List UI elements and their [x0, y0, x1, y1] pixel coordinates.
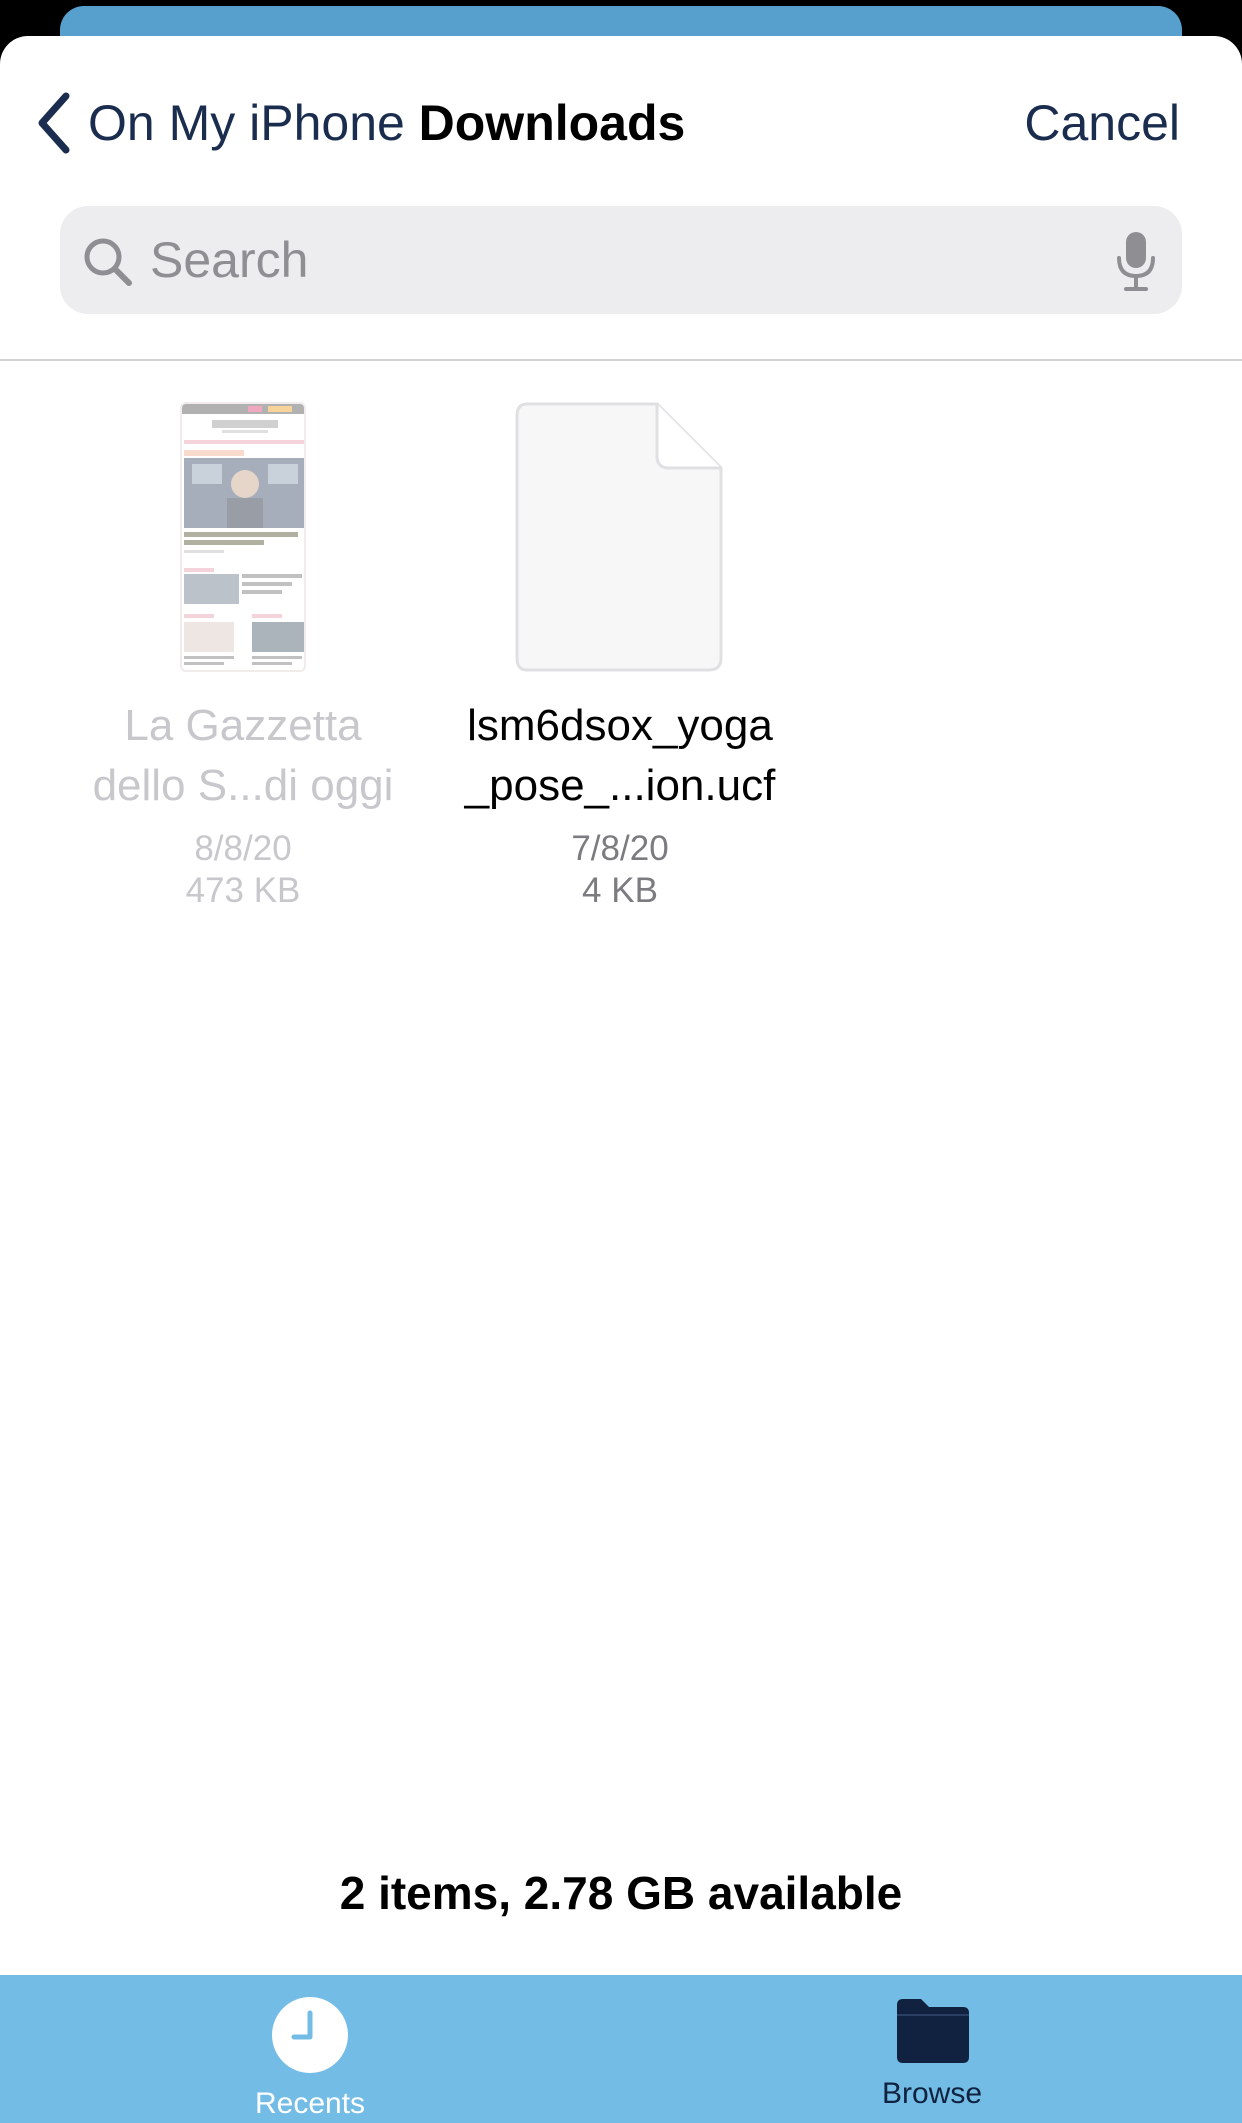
page-title: Downloads: [418, 95, 686, 151]
cancel-button[interactable]: Cancel: [1024, 88, 1180, 158]
file-name-line2: dello S...di oggi: [92, 761, 394, 810]
clock-icon: [272, 1997, 348, 2073]
tab-browse[interactable]: Browse: [812, 1997, 1052, 2111]
file-name-line2: _pose_...ion.ucf: [464, 761, 776, 810]
generic-document-icon: [515, 402, 723, 672]
chevron-left-icon: [38, 92, 70, 154]
storage-status: 2 items, 2.78 GB available: [339, 1867, 903, 1919]
tab-bar: Recents Browse: [0, 1975, 1242, 2123]
file-picker-sheet: On My iPhone Downloads Cancel Search La …: [0, 36, 1242, 2123]
document-thumbnail: [180, 402, 306, 672]
microphone-icon[interactable]: [1114, 230, 1158, 292]
tab-browse-label: Browse: [881, 2077, 983, 2110]
search-bar[interactable]: [60, 206, 1182, 314]
file-date: 7/8/20: [571, 829, 669, 868]
folder-icon: [897, 1999, 969, 2063]
file-item[interactable]: lsm6dsox_yoga _pose_...ion.ucf 7/8/20 4 …: [440, 402, 800, 912]
back-button-label: On My iPhone: [88, 95, 405, 151]
back-button[interactable]: On My iPhone: [34, 88, 405, 158]
file-item[interactable]: La Gazzetta dello S...di oggi 8/8/20 473…: [63, 402, 423, 912]
file-size: 473 KB: [185, 871, 301, 910]
newspaper-preview-image: [182, 404, 304, 665]
file-name-line1: La Gazzetta: [124, 701, 362, 750]
tab-recents-label: Recents: [254, 2087, 366, 2120]
file-size: 4 KB: [582, 871, 658, 910]
tab-recents[interactable]: Recents: [190, 1997, 430, 2121]
navigation-bar: On My iPhone Downloads Cancel: [0, 36, 1242, 206]
search-icon: [84, 238, 132, 286]
file-date: 8/8/20: [194, 829, 292, 868]
file-name-line1: lsm6dsox_yoga: [467, 701, 773, 750]
header-divider: [0, 359, 1242, 361]
search-input[interactable]: [150, 206, 1050, 314]
